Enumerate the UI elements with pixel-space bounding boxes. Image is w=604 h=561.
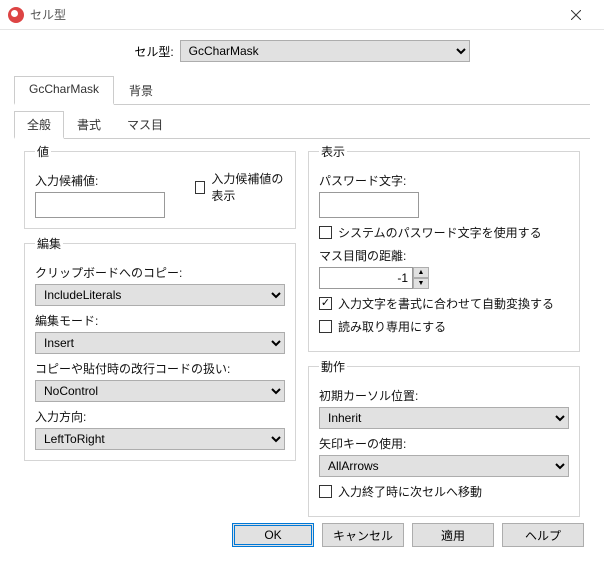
distance-spin-down[interactable]: ▼ (413, 278, 429, 289)
readonly-label: 読み取り専用にする (338, 318, 446, 335)
readonly-checkbox[interactable] (319, 320, 332, 333)
direction-label: 入力方向: (35, 408, 285, 425)
arrow-select[interactable]: AllArrows (319, 455, 569, 477)
editmode-label: 編集モード: (35, 312, 285, 329)
cursor-select[interactable]: Inherit (319, 407, 569, 429)
tab-background[interactable]: 背景 (114, 76, 168, 104)
show-candidate-checkbox[interactable] (195, 181, 205, 194)
cursor-label: 初期カーソル位置: (319, 387, 569, 404)
direction-select[interactable]: LeftToRight (35, 428, 285, 450)
group-value-legend: 値 (35, 143, 51, 160)
movenext-checkbox[interactable] (319, 485, 332, 498)
group-value: 値 入力候補値: 入力候補値の表示 (24, 143, 296, 229)
group-edit: 編集 クリップボードへのコピー: IncludeLiterals 編集モード: … (24, 235, 296, 461)
autoformat-checkbox[interactable] (319, 297, 332, 310)
outer-tabs: GcCharMask 背景 (14, 76, 590, 105)
password-label: パスワード文字: (319, 172, 569, 189)
tab-format[interactable]: 書式 (64, 111, 114, 138)
distance-label: マス目間の距離: (319, 247, 569, 264)
distance-input[interactable] (319, 267, 413, 289)
group-behavior: 動作 初期カーソル位置: Inherit 矢印キーの使用: AllArrows … (308, 358, 580, 517)
app-icon (8, 7, 24, 23)
close-button[interactable] (556, 0, 596, 30)
candidate-label: 入力候補値: (35, 172, 165, 189)
cancel-button[interactable]: キャンセル (322, 523, 404, 547)
tab-grid[interactable]: マス目 (114, 111, 176, 138)
group-display: 表示 パスワード文字: システムのパスワード文字を使用する マス目間の距離: ▲… (308, 143, 580, 352)
cell-type-label: セル型: (134, 43, 173, 60)
clipboard-select[interactable]: IncludeLiterals (35, 284, 285, 306)
right-column: 表示 パスワード文字: システムのパスワード文字を使用する マス目間の距離: ▲… (308, 143, 580, 523)
candidate-input[interactable] (35, 192, 165, 218)
system-password-checkbox[interactable] (319, 226, 332, 239)
help-button[interactable]: ヘルプ (502, 523, 584, 547)
tab-general[interactable]: 全般 (14, 111, 64, 139)
newline-select[interactable]: NoControl (35, 380, 285, 402)
group-edit-legend: 編集 (35, 235, 63, 252)
apply-button[interactable]: 適用 (412, 523, 494, 547)
movenext-label: 入力終了時に次セルへ移動 (338, 483, 482, 500)
newline-label: コピーや貼付時の改行コードの扱い: (35, 360, 285, 377)
editmode-select[interactable]: Insert (35, 332, 285, 354)
footer-buttons: OK キャンセル 適用 ヘルプ (232, 523, 584, 547)
clipboard-label: クリップボードへのコピー: (35, 264, 285, 281)
password-input[interactable] (319, 192, 419, 218)
system-password-label: システムのパスワード文字を使用する (338, 224, 542, 241)
arrow-label: 矢印キーの使用: (319, 435, 569, 452)
group-behavior-legend: 動作 (319, 358, 347, 375)
autoformat-label: 入力文字を書式に合わせて自動変換する (338, 295, 554, 312)
ok-button[interactable]: OK (232, 523, 314, 547)
distance-spin-up[interactable]: ▲ (413, 267, 429, 278)
show-candidate-label: 入力候補値の表示 (211, 170, 285, 204)
titlebar: セル型 (0, 0, 604, 30)
cell-type-select[interactable]: GcCharMask (180, 40, 470, 62)
cell-type-row: セル型: GcCharMask (0, 30, 604, 76)
group-display-legend: 表示 (319, 143, 347, 160)
tab-gccharmask[interactable]: GcCharMask (14, 76, 114, 105)
left-column: 値 入力候補値: 入力候補値の表示 編集 クリップボードへのコピー: Inclu… (24, 143, 296, 523)
window-title: セル型 (30, 6, 556, 23)
content: 値 入力候補値: 入力候補値の表示 編集 クリップボードへのコピー: Inclu… (0, 139, 604, 523)
inner-tabs: 全般 書式 マス目 (14, 111, 590, 139)
